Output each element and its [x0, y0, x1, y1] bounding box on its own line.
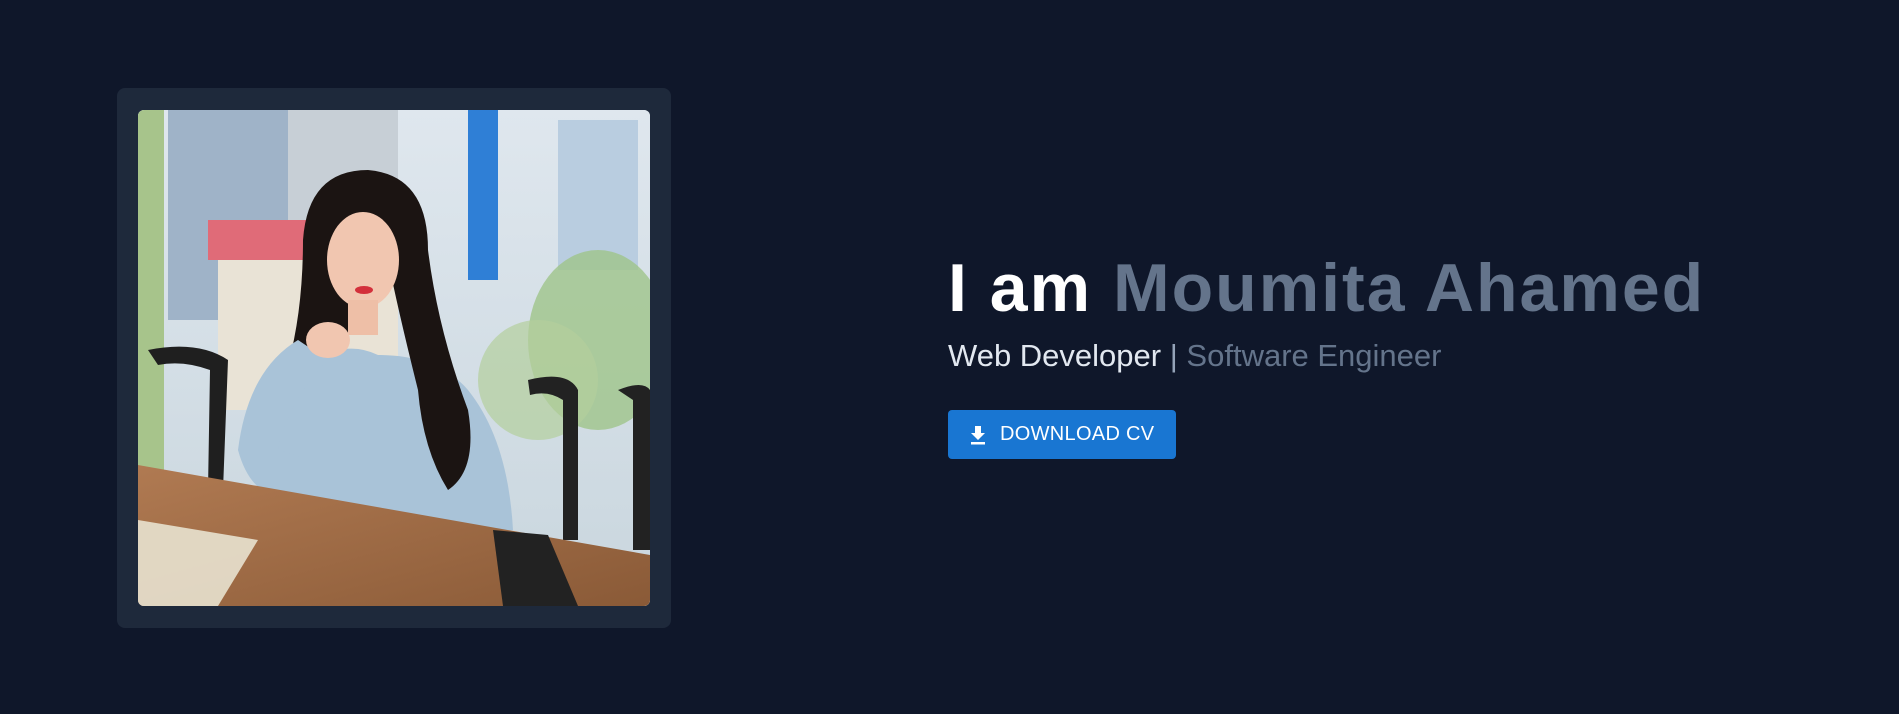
download-cv-button[interactable]: DOWNLOAD CV — [948, 410, 1177, 459]
download-cv-label: DOWNLOAD CV — [1000, 423, 1155, 445]
headline-name: Moumita Ahamed — [1112, 250, 1706, 326]
intro-block: I am Moumita Ahamed Web Developer | Soft… — [948, 248, 1848, 459]
profile-photo-illustration — [138, 110, 650, 606]
role-primary: Web Developer — [948, 338, 1162, 373]
hero-section: I am Moumita Ahamed Web Developer | Soft… — [0, 0, 1899, 714]
role-secondary: Software Engineer — [1186, 338, 1442, 373]
roles-line: Web Developer | Software Engineer — [948, 336, 1848, 376]
profile-photo — [138, 110, 650, 606]
profile-photo-card — [117, 88, 671, 628]
page-title: I am Moumita Ahamed — [948, 248, 1848, 328]
download-icon — [968, 424, 988, 446]
role-separator: | — [1169, 338, 1178, 373]
headline-prefix: I am — [948, 250, 1093, 326]
